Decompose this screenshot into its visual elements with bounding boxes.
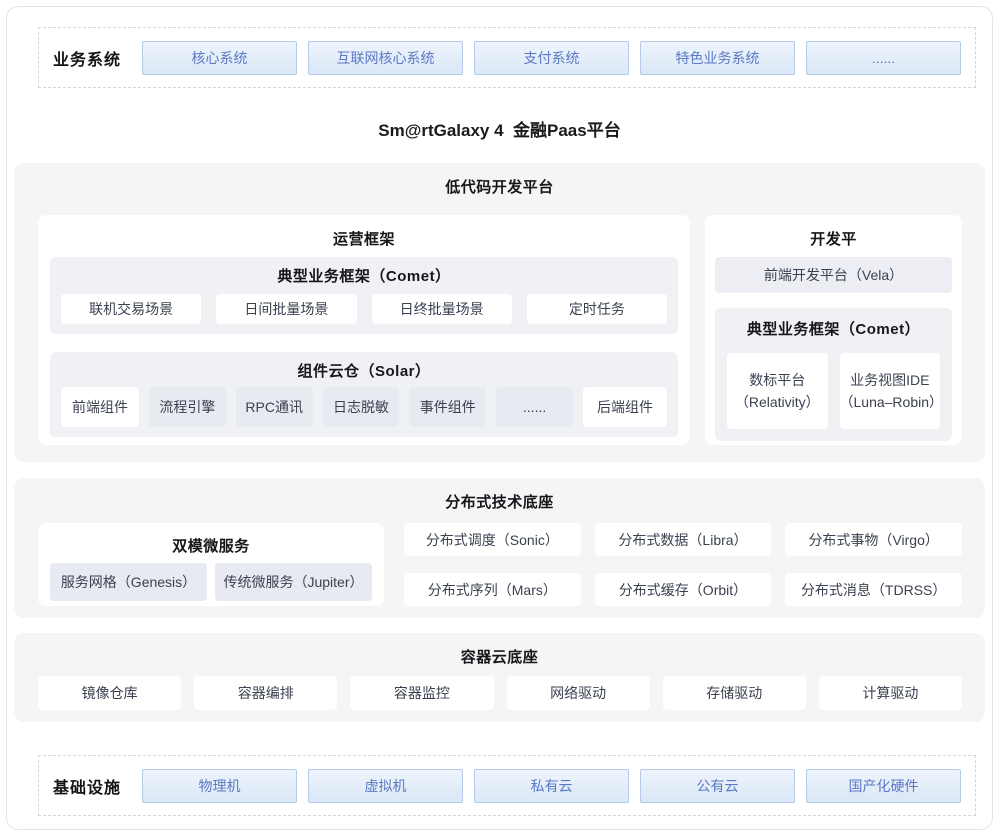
distributed-body: 双模微服务 服务网格（Genesis） 传统微服务（Jupiter） 分布式调度… — [38, 523, 962, 606]
infrastructure-chip-public-cloud[interactable]: 公有云 — [640, 769, 795, 803]
solar-chip-frontend-components[interactable]: 前端组件 — [61, 387, 139, 427]
comet-chip-online-trading[interactable]: 联机交易场景 — [61, 294, 201, 324]
business-systems-row: 业务系统 核心系统 互联网核心系统 支付系统 特色业务系统 ...... — [38, 27, 976, 88]
lowcode-platform-section: 低代码开发平台 运营框架 典型业务框架（Comet） 联机交易场景 日间批量场景… — [14, 163, 985, 462]
infrastructure-chip-physical[interactable]: 物理机 — [142, 769, 297, 803]
mars-sequence-chip[interactable]: 分布式序列（Mars） — [404, 573, 581, 606]
comet-framework-panel: 典型业务框架（Comet） 联机交易场景 日间批量场景 日终批量场景 定时任务 — [50, 257, 678, 334]
infrastructure-chip-private-cloud[interactable]: 私有云 — [474, 769, 629, 803]
business-system-chip-payment[interactable]: 支付系统 — [474, 41, 629, 75]
distributed-base-section: 分布式技术底座 双模微服务 服务网格（Genesis） 传统微服务（Jupite… — [14, 478, 985, 618]
dev-comet-framework-panel: 典型业务框架（Comet） 数标平台 （Relativity） 业务视图IDE … — [715, 308, 952, 441]
architecture-diagram: 业务系统 核心系统 互联网核心系统 支付系统 特色业务系统 ...... Sm@… — [0, 0, 999, 836]
relativity-platform-name: 数标平台 — [749, 369, 805, 391]
virgo-transaction-chip[interactable]: 分布式事物（Virgo） — [785, 523, 962, 556]
comet-framework-title: 典型业务框架（Comet） — [61, 265, 667, 286]
dual-mode-row: 服务网格（Genesis） 传统微服务（Jupiter） — [50, 563, 372, 601]
image-registry-chip[interactable]: 镜像仓库 — [38, 676, 181, 710]
solar-chip-event-components[interactable]: 事件组件 — [409, 387, 486, 427]
page-title: Sm@rtGalaxy 4 金融Paas平台 — [0, 116, 999, 141]
libra-data-chip[interactable]: 分布式数据（Libra） — [595, 523, 772, 556]
genesis-service-mesh-chip[interactable]: 服务网格（Genesis） — [50, 563, 207, 601]
comet-scenario-row: 联机交易场景 日间批量场景 日终批量场景 定时任务 — [61, 294, 667, 324]
infrastructure-label: 基础设施 — [47, 774, 142, 798]
jupiter-microservices-chip[interactable]: 传统微服务（Jupiter） — [215, 563, 372, 601]
dual-mode-microservices-card: 双模微服务 服务网格（Genesis） 传统微服务（Jupiter） — [38, 523, 384, 606]
solar-chip-backend-components[interactable]: 后端组件 — [583, 387, 667, 427]
operation-framework-title: 运营框架 — [38, 215, 690, 249]
comet-chip-endofday-batch[interactable]: 日终批量场景 — [372, 294, 512, 324]
solar-components-panel: 组件云仓（Solar） 前端组件 流程引擎 RPC通讯 日志脱敏 事件组件 ..… — [50, 352, 678, 437]
relativity-platform-code: （Relativity） — [735, 391, 820, 413]
distributed-base-title: 分布式技术底座 — [14, 478, 985, 512]
infrastructure-chip-domestic-hardware[interactable]: 国产化硬件 — [806, 769, 961, 803]
business-systems-label: 业务系统 — [47, 46, 142, 70]
infrastructure-chip-virtual[interactable]: 虚拟机 — [308, 769, 463, 803]
dual-mode-microservices-title: 双模微服务 — [38, 523, 384, 556]
solar-components-row: 前端组件 流程引擎 RPC通讯 日志脱敏 事件组件 ...... 后端组件 — [61, 387, 667, 427]
lowcode-body: 运营框架 典型业务框架（Comet） 联机交易场景 日间批量场景 日终批量场景 … — [38, 215, 962, 445]
network-driver-chip[interactable]: 网络驱动 — [507, 676, 650, 710]
luna-robin-ide-chip[interactable]: 业务视图IDE （Luna–Robin） — [840, 353, 941, 429]
business-system-chip-core[interactable]: 核心系统 — [142, 41, 297, 75]
distributed-services-grid: 分布式调度（Sonic） 分布式数据（Libra） 分布式事物（Virgo） 分… — [404, 523, 962, 606]
luna-robin-ide-code: （Luna–Robin） — [840, 391, 941, 413]
comet-chip-scheduled-task[interactable]: 定时任务 — [527, 294, 667, 324]
relativity-platform-chip[interactable]: 数标平台 （Relativity） — [727, 353, 828, 429]
container-orchestration-chip[interactable]: 容器编排 — [194, 676, 337, 710]
storage-driver-chip[interactable]: 存储驱动 — [663, 676, 806, 710]
dev-platform-title: 开发平 — [705, 215, 962, 249]
business-system-chip-internet-core[interactable]: 互联网核心系统 — [308, 41, 463, 75]
luna-robin-ide-name: 业务视图IDE — [850, 369, 929, 391]
solar-chip-rpc[interactable]: RPC通讯 — [236, 387, 313, 427]
container-cloud-row: 镜像仓库 容器编排 容器监控 网络驱动 存储驱动 计算驱动 — [38, 676, 962, 710]
tdrss-messaging-chip[interactable]: 分布式消息（TDRSS） — [785, 573, 962, 606]
container-cloud-section: 容器云底座 镜像仓库 容器编排 容器监控 网络驱动 存储驱动 计算驱动 — [14, 633, 985, 722]
solar-components-title: 组件云仓（Solar） — [61, 360, 667, 381]
infrastructure-row: 基础设施 物理机 虚拟机 私有云 公有云 国产化硬件 — [38, 755, 976, 816]
operation-framework-card: 运营框架 典型业务框架（Comet） 联机交易场景 日间批量场景 日终批量场景 … — [38, 215, 690, 445]
dev-platform-card: 开发平 前端开发平台（Vela） 典型业务框架（Comet） 数标平台 （Rel… — [705, 215, 962, 445]
business-system-chip-special[interactable]: 特色业务系统 — [640, 41, 795, 75]
solar-chip-process-engine[interactable]: 流程引擎 — [149, 387, 226, 427]
container-monitoring-chip[interactable]: 容器监控 — [350, 676, 493, 710]
dev-comet-row: 数标平台 （Relativity） 业务视图IDE （Luna–Robin） — [727, 353, 940, 429]
compute-driver-chip[interactable]: 计算驱动 — [819, 676, 962, 710]
business-system-chip-more[interactable]: ...... — [806, 41, 961, 75]
orbit-cache-chip[interactable]: 分布式缓存（Orbit） — [595, 573, 772, 606]
container-cloud-title: 容器云底座 — [14, 633, 985, 667]
solar-chip-more[interactable]: ...... — [496, 387, 573, 427]
dev-comet-framework-title: 典型业务框架（Comet） — [727, 318, 940, 339]
lowcode-platform-title: 低代码开发平台 — [14, 163, 985, 197]
solar-chip-log-masking[interactable]: 日志脱敏 — [323, 387, 400, 427]
sonic-scheduling-chip[interactable]: 分布式调度（Sonic） — [404, 523, 581, 556]
vela-frontend-platform-chip[interactable]: 前端开发平台（Vela） — [715, 257, 952, 293]
comet-chip-daytime-batch[interactable]: 日间批量场景 — [216, 294, 356, 324]
